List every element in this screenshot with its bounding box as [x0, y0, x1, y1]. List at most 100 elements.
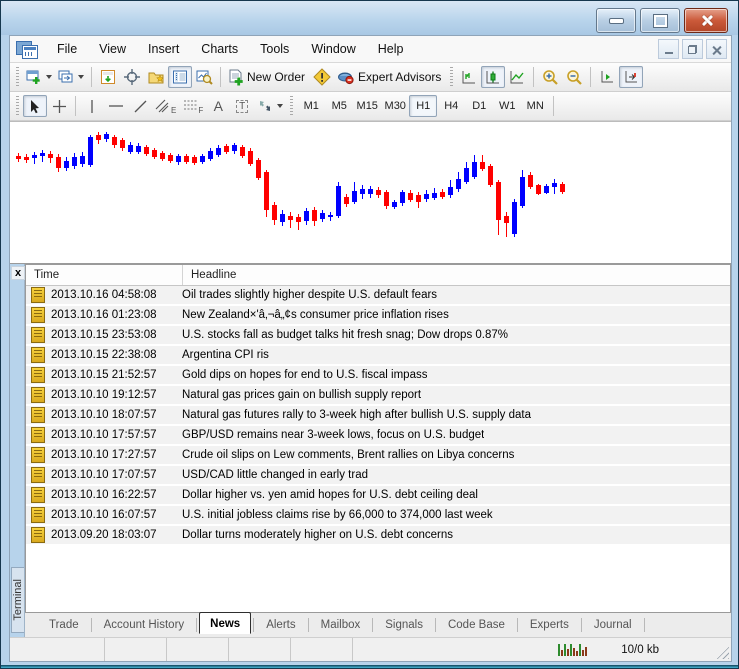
news-row[interactable]: 2013.10.10 17:27:57 Crude oil slips on L… [26, 446, 730, 464]
column-header-headline[interactable]: Headline [183, 269, 236, 281]
timeframe-button-m30[interactable]: M30 [381, 95, 409, 117]
terminal-vertical-tab[interactable]: Terminal [11, 567, 24, 633]
menu-item-charts[interactable]: Charts [190, 38, 249, 60]
candlestick-chart[interactable] [10, 121, 731, 264]
chart-restore-button[interactable] [682, 39, 703, 59]
terminal-tab-signals[interactable]: Signals [375, 616, 433, 634]
arrows-dropdown-icon[interactable] [277, 104, 284, 108]
new-chart-button[interactable] [23, 66, 55, 88]
news-row[interactable]: 2013.10.10 16:22:57 Dollar higher vs. ye… [26, 486, 730, 504]
toolbar-drag-handle[interactable] [16, 96, 19, 116]
strategy-tester-button[interactable] [192, 66, 216, 88]
maximize-button[interactable] [640, 8, 680, 33]
news-headline: Gold dips on hopes for end to U.S. fisca… [182, 369, 428, 381]
zoom-out-button[interactable] [562, 66, 586, 88]
timeframe-button-m15[interactable]: M15 [353, 95, 381, 117]
terminal-tab-experts[interactable]: Experts [520, 616, 579, 634]
menu-item-file[interactable]: File [46, 38, 88, 60]
alert-button[interactable] [310, 66, 334, 88]
candle-body [264, 172, 269, 210]
terminal-tab-news[interactable]: News [199, 612, 252, 634]
news-time-cell: 2013.09.20 18:03:07 [26, 527, 174, 543]
news-row[interactable]: 2013.10.16 04:58:08 Oil trades slightly … [26, 286, 730, 304]
toolbar-drag-handle[interactable] [16, 67, 19, 87]
news-row[interactable]: 2013.10.15 22:38:08 Argentina CPI ris [26, 346, 730, 364]
news-row[interactable]: 2013.10.15 21:52:57 Gold dips on hopes f… [26, 366, 730, 384]
line-chart-button[interactable] [505, 66, 529, 88]
terminal-close-button[interactable]: x [11, 266, 25, 280]
resize-grip[interactable] [715, 645, 729, 659]
candlestick-chart-button[interactable] [481, 66, 506, 88]
bar-chart-button[interactable] [457, 66, 481, 88]
candle-body [24, 157, 29, 160]
new-chart-dropdown-icon[interactable] [46, 75, 52, 79]
chart-minimize-button[interactable] [658, 39, 679, 59]
news-row[interactable]: 2013.09.20 18:03:07 Dollar turns moderat… [26, 526, 730, 544]
profiles-button[interactable] [55, 66, 87, 88]
chart-shift-button[interactable] [619, 66, 644, 88]
zoom-in-button[interactable] [538, 66, 562, 88]
candle-body [168, 155, 173, 161]
expert-advisors-button[interactable]: Expert Advisors [334, 66, 446, 88]
menu-item-view[interactable]: View [88, 38, 137, 60]
text-button[interactable]: A [206, 95, 230, 117]
toolbar-drag-handle[interactable] [450, 67, 454, 87]
timeframe-button-w1[interactable]: W1 [493, 95, 521, 117]
minimize-button[interactable] [596, 8, 636, 33]
news-row[interactable]: 2013.10.10 17:07:57 USD/CAD little chang… [26, 466, 730, 484]
chart-close-button[interactable] [706, 39, 727, 59]
trendline-button[interactable] [128, 95, 152, 117]
candle-body [272, 205, 277, 220]
navigator-button[interactable] [144, 66, 168, 88]
data-window-button[interactable] [120, 66, 144, 88]
status-cell [10, 638, 105, 661]
terminal-tab-account-history[interactable]: Account History [94, 616, 195, 634]
news-row[interactable]: 2013.10.10 18:07:57 Natural gas futures … [26, 406, 730, 424]
news-table: Time Headline 2013.10.16 04:58:08 Oil tr… [25, 264, 731, 612]
news-row[interactable]: 2013.10.10 16:07:57 U.S. initial jobless… [26, 506, 730, 524]
news-time: 2013.10.15 23:53:08 [51, 329, 157, 341]
news-row[interactable]: 2013.10.15 23:53:08 U.S. stocks fall as … [26, 326, 730, 344]
toolbar-drag-handle[interactable] [290, 96, 294, 116]
application-window: File View Insert Charts Tools Window Help [0, 0, 739, 669]
timeframe-button-h4[interactable]: H4 [437, 95, 465, 117]
market-watch-button[interactable] [96, 66, 120, 88]
arrows-button[interactable] [254, 95, 286, 117]
crosshair-button[interactable] [47, 95, 71, 117]
terminal-tab-journal[interactable]: Journal [584, 616, 642, 634]
menu-item-tools[interactable]: Tools [249, 38, 300, 60]
expert-advisors-icon [338, 72, 354, 85]
news-row[interactable]: 2013.10.16 01:23:08 New Zealand×'â‚¬â„¢s… [26, 306, 730, 324]
text-label-button[interactable]: T [230, 95, 254, 117]
equidistant-channel-button[interactable]: E [152, 95, 179, 117]
fibonacci-button[interactable]: F [179, 95, 206, 117]
title-bar[interactable] [1, 1, 738, 35]
new-order-button[interactable]: New Order [225, 66, 310, 88]
news-row[interactable]: 2013.10.10 17:57:57 GBP/USD remains near… [26, 426, 730, 444]
terminal-tab-trade[interactable]: Trade [39, 616, 89, 634]
profiles-dropdown-icon[interactable] [78, 75, 84, 79]
menu-item-insert[interactable]: Insert [137, 38, 190, 60]
vertical-line-button[interactable] [80, 95, 104, 117]
news-document-icon [31, 327, 45, 343]
news-row[interactable]: 2013.10.10 19:12:57 Natural gas prices g… [26, 386, 730, 404]
timeframe-button-m1[interactable]: M1 [297, 95, 325, 117]
terminal-tab-alerts[interactable]: Alerts [256, 616, 305, 634]
cursor-icon [31, 99, 39, 113]
terminal-button[interactable] [168, 66, 192, 88]
status-cell [291, 638, 353, 661]
column-header-time[interactable]: Time [26, 265, 183, 285]
timeframe-button-d1[interactable]: D1 [465, 95, 493, 117]
terminal-tab-code-base[interactable]: Code Base [438, 616, 515, 634]
candle-body [432, 193, 437, 198]
timeframe-button-m5[interactable]: M5 [325, 95, 353, 117]
menu-item-window[interactable]: Window [300, 38, 366, 60]
terminal-tab-mailbox[interactable]: Mailbox [311, 616, 371, 634]
cursor-button[interactable] [23, 95, 47, 117]
auto-scroll-button[interactable] [595, 66, 619, 88]
horizontal-line-button[interactable] [104, 95, 128, 117]
timeframe-button-h1[interactable]: H1 [409, 95, 438, 117]
menu-item-help[interactable]: Help [367, 38, 415, 60]
timeframe-button-mn[interactable]: MN [521, 95, 549, 117]
close-button[interactable] [684, 8, 728, 33]
